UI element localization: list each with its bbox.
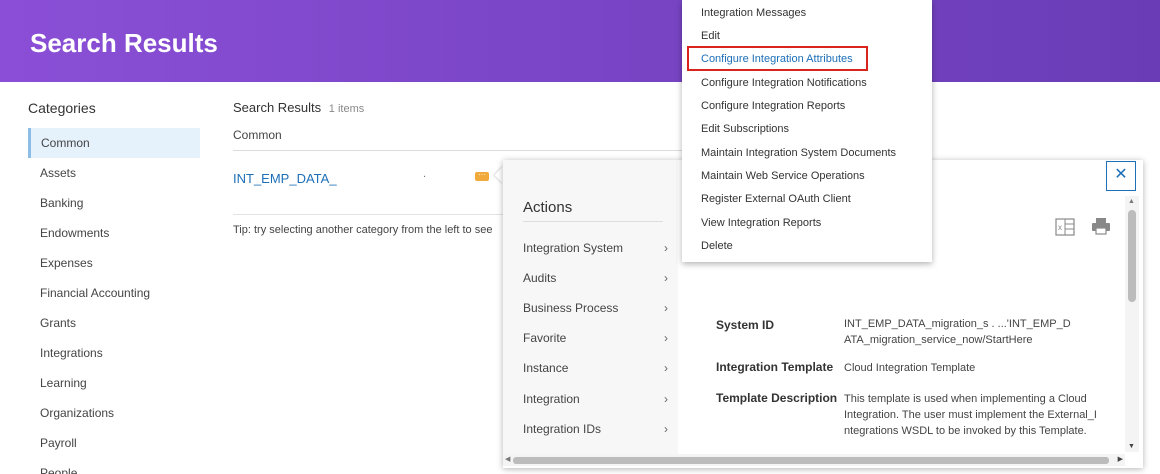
action-item-label: Integration IDs [523, 422, 602, 436]
highlight-box [687, 46, 868, 71]
action-item-integration-ids[interactable]: Integration IDs › [523, 414, 668, 444]
category-item-organizations[interactable]: Organizations [28, 398, 200, 428]
value-line: INT_EMP_DATA_migration_s . ...'INT_EMP_D [844, 318, 1071, 330]
value-line: Cloud Integration Template [844, 362, 976, 374]
value-line: ATA_migration_service_now/StartHere [844, 334, 1033, 346]
chevron-right-icon: › [664, 392, 668, 406]
submenu-item-configure-integration-notifications[interactable]: Configure Integration Notifications [701, 77, 867, 89]
chevron-right-icon: › [664, 271, 668, 285]
related-actions-icon[interactable]: ··· [475, 171, 489, 181]
category-item-financial-accounting[interactable]: Financial Accounting [28, 278, 200, 308]
action-item-label: Favorite [523, 331, 567, 345]
category-item-endowments[interactable]: Endowments [28, 218, 200, 248]
action-item-instance[interactable]: Instance › [523, 353, 668, 383]
page-title: Search Results [30, 28, 218, 58]
submenu-item-delete[interactable]: Delete [701, 240, 733, 252]
results-heading-label: Search Results [233, 100, 322, 115]
system-id-label: System ID [716, 318, 775, 332]
action-item-favorite[interactable]: Favorite › [523, 323, 668, 353]
submenu-item-view-integration-reports[interactable]: View Integration Reports [701, 217, 821, 229]
page-header: Search Results [0, 0, 1160, 82]
integration-system-submenu: Integration Messages Edit Configure Inte… [682, 0, 932, 262]
actions-title: Actions [523, 199, 573, 216]
submenu-item-edit-subscriptions[interactable]: Edit Subscriptions [701, 123, 789, 135]
chevron-right-icon: › [664, 422, 668, 436]
system-id-value: INT_EMP_DATA_migration_s . ...'INT_EMP_D… [844, 316, 1114, 348]
value-line: Integration. The user must implement the… [844, 409, 1097, 421]
print-icon[interactable] [1091, 217, 1111, 235]
category-item-banking[interactable]: Banking [28, 188, 200, 218]
action-item-label: Audits [523, 271, 557, 285]
svg-text:x: x [1058, 223, 1062, 232]
category-item-payroll[interactable]: Payroll [28, 428, 200, 458]
category-item-learning[interactable]: Learning [28, 368, 200, 398]
result-redacted-dot: . [423, 168, 427, 180]
category-item-common[interactable]: Common [28, 128, 200, 158]
results-heading: Search Results 1 items [233, 100, 364, 115]
category-item-people[interactable]: People [28, 458, 200, 474]
action-item-label: Integration [523, 392, 580, 406]
actions-divider [523, 221, 663, 222]
chevron-right-icon: › [664, 301, 668, 315]
category-item-assets[interactable]: Assets [28, 158, 200, 188]
results-category-label: Common [233, 128, 282, 142]
scroll-right-icon[interactable]: ▶ [1118, 455, 1123, 463]
category-item-grants[interactable]: Grants [28, 308, 200, 338]
value-line: This template is used when implementing … [844, 393, 1087, 405]
action-item-label: Instance [523, 361, 569, 375]
close-icon: ✕ [1114, 166, 1128, 183]
action-item-business-process[interactable]: Business Process › [523, 293, 668, 323]
submenu-item-register-external-oauth-client[interactable]: Register External OAuth Client [701, 193, 851, 205]
submenu-item-edit[interactable]: Edit [701, 30, 720, 42]
template-description-value: This template is used when implementing … [844, 391, 1119, 439]
horizontal-scroll-thumb[interactable] [513, 457, 1109, 464]
category-item-expenses[interactable]: Expenses [28, 248, 200, 278]
result-link[interactable]: INT_EMP_DATA_ [233, 171, 337, 186]
integration-template-value: Cloud Integration Template [844, 360, 1114, 376]
action-item-integration-system[interactable]: Integration System › [523, 233, 668, 263]
excel-export-icon[interactable]: x [1055, 218, 1075, 236]
category-list: Common Assets Banking Endowments Expense… [28, 128, 200, 474]
submenu-item-maintain-web-service-operations[interactable]: Maintain Web Service Operations [701, 170, 865, 182]
vertical-scrollbar[interactable]: ▲ ▼ [1125, 196, 1139, 452]
submenu-item-maintain-integration-system-documents[interactable]: Maintain Integration System Documents [701, 147, 896, 159]
template-description-label: Template Description [716, 391, 838, 405]
vertical-scroll-thumb[interactable] [1128, 210, 1136, 302]
scroll-left-icon[interactable]: ◀ [505, 455, 510, 463]
actions-pane: Actions Integration System › Audits › Bu… [503, 160, 678, 456]
results-count: 1 items [328, 103, 365, 115]
scroll-up-icon[interactable]: ▲ [1128, 198, 1135, 205]
horizontal-scrollbar[interactable]: ◀ ▶ [503, 454, 1125, 466]
chevron-right-icon: › [664, 361, 668, 375]
action-item-audits[interactable]: Audits › [523, 263, 668, 293]
close-button[interactable]: ✕ [1106, 161, 1136, 191]
results-divider [233, 150, 683, 151]
action-item-label: Integration System [523, 241, 624, 255]
chevron-right-icon: › [664, 331, 668, 345]
category-item-integrations[interactable]: Integrations [28, 338, 200, 368]
integration-template-label: Integration Template [716, 360, 834, 374]
value-line: ntegrations WSDL to be invoked by this T… [844, 425, 1087, 437]
action-item-integration[interactable]: Integration › [523, 384, 668, 414]
submenu-item-integration-messages[interactable]: Integration Messages [701, 7, 806, 19]
action-item-label: Business Process [523, 301, 619, 315]
tip-text: Tip: try selecting another category from… [233, 224, 493, 236]
submenu-item-configure-integration-reports[interactable]: Configure Integration Reports [701, 100, 845, 112]
categories-heading: Categories [28, 100, 96, 116]
scroll-down-icon[interactable]: ▼ [1128, 443, 1135, 450]
chevron-right-icon: › [664, 241, 668, 255]
